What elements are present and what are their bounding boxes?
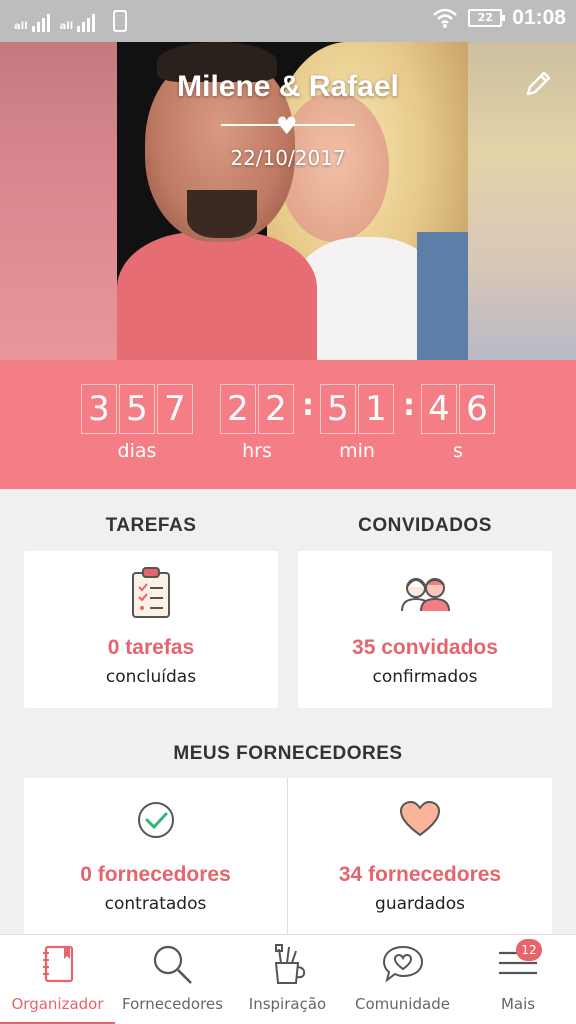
notification-badge: 12	[516, 939, 542, 961]
bottom-nav: Organizador Fornecedores Inspiração Comu…	[0, 934, 576, 1024]
pencil-icon[interactable]	[522, 68, 554, 100]
saved-vendors-count: 34 fornecedores	[338, 863, 502, 886]
couple-name: Milene & Rafael	[177, 70, 399, 103]
countdown-digit: 3	[81, 384, 117, 434]
signal-label: all	[14, 21, 28, 32]
countdown-separator: :	[302, 388, 314, 423]
phone-icon	[113, 10, 128, 32]
guests-count: 35 convidados	[352, 636, 498, 659]
nav-fornecedores[interactable]: Fornecedores	[115, 935, 230, 1024]
tasks-card[interactable]: 0 tarefas concluídas	[24, 551, 278, 708]
status-bar: all all 22 01:08	[0, 0, 576, 42]
countdown-digit: 2	[220, 384, 256, 434]
hired-vendors-card[interactable]: 0 fornecedores contratados	[24, 778, 287, 936]
vendors-title: MEUS FORNECEDORES	[173, 743, 403, 764]
heart-icon: ♥	[276, 112, 298, 140]
search-icon	[153, 945, 192, 984]
couple-hero: Milene & Rafael ♥ 22/10/2017	[0, 42, 576, 360]
countdown-digit: 7	[157, 384, 193, 434]
nav-organizador[interactable]: Organizador	[0, 935, 115, 1024]
status-icons-right: 22 01:08	[432, 6, 566, 30]
guests-couple-icon	[401, 578, 450, 612]
saved-vendors-sub: guardados	[375, 894, 465, 914]
countdown-separator: :	[403, 388, 415, 423]
guests-title: CONVIDADOS	[358, 515, 492, 536]
countdown-digit: 6	[459, 384, 495, 434]
signal-icon: all	[60, 14, 96, 32]
guests-sub: confirmados	[372, 667, 478, 687]
brushes-cup-icon	[274, 944, 305, 984]
wedding-date: 22/10/2017	[230, 146, 346, 170]
check-circle-icon	[137, 802, 174, 838]
hired-vendors-sub: contratados	[104, 894, 207, 914]
wedding-countdown: 3 5 7 2 2 : 5 1 : 4 6 dias hrs min s	[0, 360, 576, 489]
countdown-label-days: dias	[117, 440, 157, 462]
countdown-digit: 1	[358, 384, 394, 434]
nav-label: Organizador	[11, 995, 104, 1013]
nav-label: Inspiração	[248, 995, 327, 1013]
nav-label: Mais	[500, 995, 536, 1013]
nav-label: Comunidade	[355, 995, 450, 1013]
signal-label: all	[59, 21, 74, 32]
notebook-icon	[42, 945, 73, 983]
countdown-digit: 4	[421, 384, 457, 434]
countdown-label-minutes: min	[339, 440, 375, 462]
status-icons-left: all all	[14, 8, 128, 32]
nav-comunidade[interactable]: Comunidade	[345, 935, 460, 1024]
nav-inspiracao[interactable]: Inspiração	[230, 935, 345, 1024]
heart-icon	[399, 800, 441, 837]
tasks-sub: concluídas	[105, 667, 197, 687]
chat-heart-icon	[382, 945, 423, 983]
signal-icon: all	[14, 14, 50, 32]
saved-vendors-card[interactable]: 34 fornecedores guardados	[288, 778, 552, 936]
countdown-label-seconds: s	[453, 440, 463, 462]
hired-vendors-count: 0 fornecedores	[80, 863, 231, 886]
clipboard-checklist-icon	[132, 567, 170, 618]
nav-mais[interactable]: 12 Mais	[460, 935, 576, 1024]
battery-icon: 22	[468, 9, 506, 27]
tasks-title: TAREFAS	[105, 515, 197, 536]
clock: 01:08	[512, 6, 566, 29]
guests-card[interactable]: 35 convidados confirmados	[298, 551, 552, 708]
countdown-digit: 5	[320, 384, 356, 434]
tasks-count: 0 tarefas	[107, 636, 195, 659]
wifi-icon	[433, 8, 458, 28]
countdown-digit: 2	[258, 384, 294, 434]
countdown-digit: 5	[119, 384, 155, 434]
nav-label: Fornecedores	[122, 995, 223, 1013]
countdown-label-hours: hrs	[242, 440, 272, 462]
